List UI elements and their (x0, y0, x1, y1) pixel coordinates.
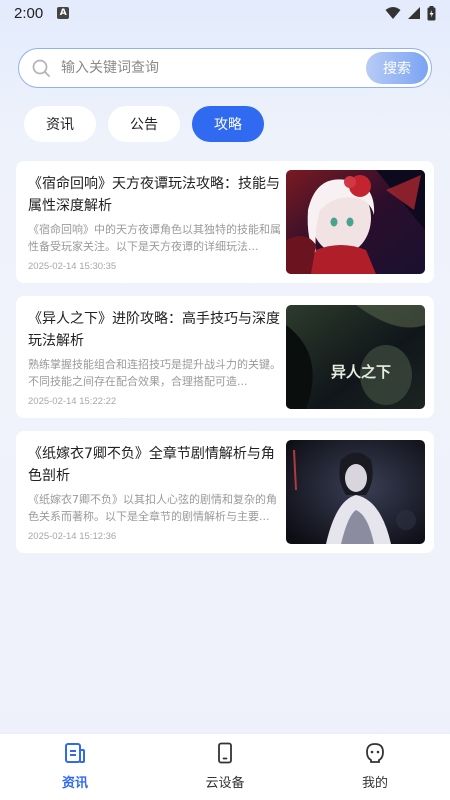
profile-icon (366, 743, 384, 763)
news-icon (65, 743, 85, 763)
category-tabs: 资讯 公告 攻略 (24, 106, 264, 142)
tab-guides[interactable]: 攻略 (192, 106, 264, 142)
article-title: 《异人之下》进阶攻略：高手技巧与深度玩法解析 (28, 311, 280, 349)
search-bar: 搜索 (18, 48, 432, 88)
phone-device-icon (218, 742, 232, 764)
search-icon (32, 59, 50, 77)
tab-announcements[interactable]: 公告 (108, 106, 180, 142)
notification-a-icon: A (57, 7, 70, 19)
article-title: 《宿命回响》天方夜谭玩法攻略：技能与属性深度解析 (28, 176, 280, 214)
thumbnail-title-text: 异人之下 (331, 363, 391, 381)
status-icons (385, 5, 436, 21)
nav-item-news[interactable]: 资讯 (0, 734, 150, 800)
article-thumbnail: 异人之下 (286, 305, 425, 409)
article-thumbnail (286, 170, 425, 274)
tab-news[interactable]: 资讯 (24, 106, 96, 142)
article-summary: 《纸嫁衣7卿不负》以其扣人心弦的剧情和复杂的角色关系而著称。以下是全章节的剧情解… (28, 493, 277, 523)
nav-label: 资讯 (61, 776, 88, 791)
search-button[interactable]: 搜索 (366, 52, 428, 84)
wifi-icon (385, 7, 401, 19)
battery-icon (427, 5, 436, 20)
article-thumbnail (286, 440, 425, 544)
status-bar: 2:00 A (0, 0, 450, 26)
article-timestamp: 2025-02-14 15:22:22 (28, 396, 117, 407)
article-timestamp: 2025-02-14 15:30:35 (28, 261, 117, 272)
article-timestamp: 2025-02-14 15:12:36 (28, 531, 117, 542)
status-time: 2:00 (14, 4, 44, 22)
nav-label: 云设备 (205, 776, 245, 791)
nav-item-cloud-device[interactable]: 云设备 (150, 734, 300, 800)
article-card[interactable]: 《异人之下》进阶攻略：高手技巧与深度玩法解析 熟练掌握技能组合和连招技巧是提升战… (16, 296, 434, 418)
bottom-nav: 资讯 云设备 我的 (0, 733, 450, 800)
article-card[interactable]: 《纸嫁衣7卿不负》全章节剧情解析与角色剖析 《纸嫁衣7卿不负》以其扣人心弦的剧情… (16, 431, 434, 553)
article-summary: 熟练掌握技能组合和连招技巧是提升战斗力的关键。不同技能之间存在配合效果，合理搭配… (28, 358, 281, 388)
article-card[interactable]: 《宿命回响》天方夜谭玩法攻略：技能与属性深度解析 《宿命回响》中的天方夜谭角色以… (16, 161, 434, 283)
article-summary: 《宿命回响》中的天方夜谭角色以其独特的技能和属性备受玩家关注。以下是天方夜谭的详… (28, 223, 281, 253)
search-input[interactable] (61, 60, 351, 76)
nav-label: 我的 (361, 776, 388, 791)
nav-item-profile[interactable]: 我的 (300, 734, 450, 800)
article-title: 《纸嫁衣7卿不负》全章节剧情解析与角色剖析 (28, 446, 275, 484)
signal-icon (408, 7, 420, 19)
